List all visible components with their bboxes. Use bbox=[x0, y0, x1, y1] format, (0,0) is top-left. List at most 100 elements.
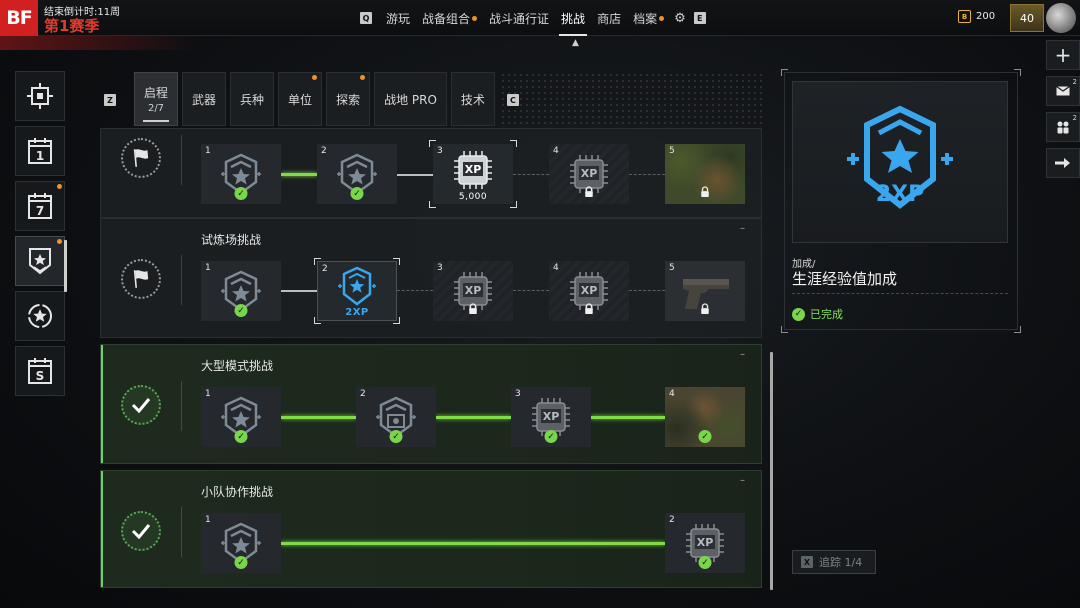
reward-node-locked[interactable]: 4 bbox=[549, 261, 629, 321]
track-challenge-button[interactable]: X 追踪 1/4 bbox=[792, 550, 876, 574]
nav-store[interactable]: 商店 bbox=[591, 0, 627, 36]
reward-node[interactable]: 4 ✓ bbox=[665, 387, 745, 447]
sidebar-item-daily[interactable]: 1 bbox=[15, 126, 65, 176]
social-strip: + 2 2 bbox=[1046, 40, 1080, 184]
check-icon: ✓ bbox=[389, 430, 403, 443]
calendar-7-icon: 7 bbox=[28, 193, 52, 219]
tab-weapons[interactable]: 武器 bbox=[182, 72, 227, 126]
node-number: 2 bbox=[322, 264, 328, 274]
tab-label: 启程 bbox=[144, 86, 169, 100]
nav-play-label: 游玩 bbox=[386, 11, 411, 26]
progress-track bbox=[436, 416, 511, 419]
reward-node-locked[interactable]: 3 bbox=[433, 261, 513, 321]
frame-corner bbox=[1014, 69, 1021, 76]
plus-icon: + bbox=[1054, 43, 1072, 67]
node-number: 1 bbox=[205, 515, 211, 525]
add-friend-button[interactable]: + bbox=[1046, 40, 1080, 70]
completed-flag-icon bbox=[121, 511, 161, 551]
currency-display: B 200 bbox=[958, 10, 995, 23]
reward-node[interactable]: 2 ✓ bbox=[317, 144, 397, 204]
frame-corner bbox=[1014, 326, 1021, 333]
2xp-boost-icon bbox=[335, 264, 379, 308]
badge-star-icon bbox=[29, 248, 51, 275]
collapse-icon[interactable]: – bbox=[740, 223, 745, 234]
reward-node[interactable]: 1 ✓ bbox=[201, 387, 281, 447]
season-banner-glow bbox=[0, 36, 200, 50]
boost-label: 2XP bbox=[345, 307, 369, 318]
tab-explore[interactable]: 探索 bbox=[326, 72, 371, 126]
reward-node[interactable]: 2 ✓ bbox=[356, 387, 436, 447]
tab-label: 武器 bbox=[192, 92, 217, 107]
notification-dot bbox=[472, 15, 478, 21]
node-number: 1 bbox=[205, 263, 211, 273]
node-number: 4 bbox=[553, 146, 559, 156]
sidebar-item-mastery[interactable] bbox=[15, 291, 65, 341]
sidebar-item-season[interactable]: S bbox=[15, 346, 65, 396]
squad-button[interactable]: 2 bbox=[1046, 112, 1080, 142]
nav-next-key[interactable]: E bbox=[693, 12, 706, 24]
mail-button[interactable]: 2 bbox=[1046, 76, 1080, 106]
reward-node-locked[interactable]: 4 bbox=[549, 144, 629, 204]
season-name: 第1赛季 bbox=[44, 17, 100, 35]
challenge-row-completed[interactable]: – 小队协作挑战 1 ✓ 2 ✓ bbox=[100, 470, 762, 588]
player-level[interactable]: 40 bbox=[1010, 4, 1044, 32]
avatar[interactable] bbox=[1046, 3, 1076, 33]
flag-icon bbox=[121, 138, 161, 178]
nav-profile[interactable]: 档案 bbox=[627, 0, 670, 36]
nav-play[interactable]: 游玩 bbox=[380, 0, 416, 36]
notification-dot bbox=[57, 184, 62, 189]
top-bar: BF 结束倒计时:11周 第1赛季 Q 游玩 战备组合 战斗通行证 挑战 商店 … bbox=[0, 0, 1080, 36]
tab-prev-key[interactable]: Z bbox=[104, 94, 116, 106]
tab-classes[interactable]: 兵种 bbox=[230, 72, 275, 126]
sidebar-item-weekly[interactable]: 7 bbox=[15, 181, 65, 231]
collapse-icon[interactable]: – bbox=[740, 349, 745, 360]
sidebar-scroll-indicator bbox=[64, 240, 67, 292]
reward-node[interactable]: 1 ✓ bbox=[201, 513, 281, 573]
check-icon: ✓ bbox=[234, 430, 248, 443]
check-icon: ✓ bbox=[544, 430, 558, 443]
progress-track bbox=[281, 173, 317, 176]
track-key: X bbox=[801, 556, 813, 568]
sidebar-item-career[interactable] bbox=[15, 236, 65, 286]
challenge-title: 小队协作挑战 bbox=[201, 485, 274, 499]
reward-node[interactable]: 2 ✓ bbox=[665, 513, 745, 573]
nav-challenges[interactable]: 挑战 bbox=[555, 0, 591, 36]
challenge-row[interactable]: – 试炼场挑战 1 ✓ 2 2XP 3 4 5 bbox=[100, 218, 762, 338]
reward-node-current[interactable]: 3 5,000 bbox=[429, 140, 517, 208]
lock-icon bbox=[468, 303, 478, 315]
tab-getting-started[interactable]: 启程 2/7 bbox=[134, 72, 179, 126]
nav-battlepass[interactable]: 战斗通行证 bbox=[483, 0, 555, 36]
bf-coin-icon: B bbox=[958, 10, 971, 23]
collapse-icon[interactable]: – bbox=[740, 475, 745, 486]
tab-bf-pro[interactable]: 战地 PRO bbox=[374, 72, 447, 126]
reward-node-locked[interactable]: 5 bbox=[665, 144, 745, 204]
reward-node-locked[interactable]: 5 bbox=[665, 261, 745, 321]
focus-corner bbox=[429, 140, 436, 147]
tab-units[interactable]: 单位 bbox=[278, 72, 323, 126]
gear-icon[interactable]: ⚙ bbox=[670, 11, 690, 26]
reward-node-selected[interactable]: 2 2XP bbox=[314, 258, 400, 324]
tab-skills[interactable]: 技术 bbox=[450, 72, 495, 126]
progress-track bbox=[397, 290, 433, 291]
reward-node[interactable]: 3 ✓ bbox=[511, 387, 591, 447]
challenge-row-completed[interactable]: – 大型模式挑战 1 ✓ 2 ✓ 3 ✓ 4 ✓ bbox=[100, 344, 762, 464]
focus-corner bbox=[314, 317, 321, 324]
node-number: 5 bbox=[669, 263, 675, 273]
list-scrollbar[interactable] bbox=[770, 352, 773, 590]
challenge-title: 大型模式挑战 bbox=[201, 359, 274, 373]
game-logo: BF bbox=[0, 0, 38, 36]
check-icon: ✓ bbox=[234, 304, 248, 317]
exit-button[interactable] bbox=[1046, 148, 1080, 178]
frame-corner bbox=[781, 326, 788, 333]
xp-amount: 5,000 bbox=[458, 192, 488, 202]
progress-track bbox=[397, 174, 433, 176]
tab-label: 兵种 bbox=[240, 92, 265, 107]
challenge-row[interactable]: 1 ✓ 2 ✓ 3 5,000 4 5 bbox=[100, 128, 762, 218]
reward-node[interactable]: 1 ✓ bbox=[201, 261, 281, 321]
nav-prev-key[interactable]: Q bbox=[360, 12, 372, 24]
check-icon: ✓ bbox=[350, 187, 364, 200]
sidebar-item-general[interactable] bbox=[15, 71, 65, 121]
reward-node[interactable]: 1 ✓ bbox=[201, 144, 281, 204]
nav-loadout[interactable]: 战备组合 bbox=[416, 0, 483, 36]
svg-text:7: 7 bbox=[36, 204, 44, 218]
